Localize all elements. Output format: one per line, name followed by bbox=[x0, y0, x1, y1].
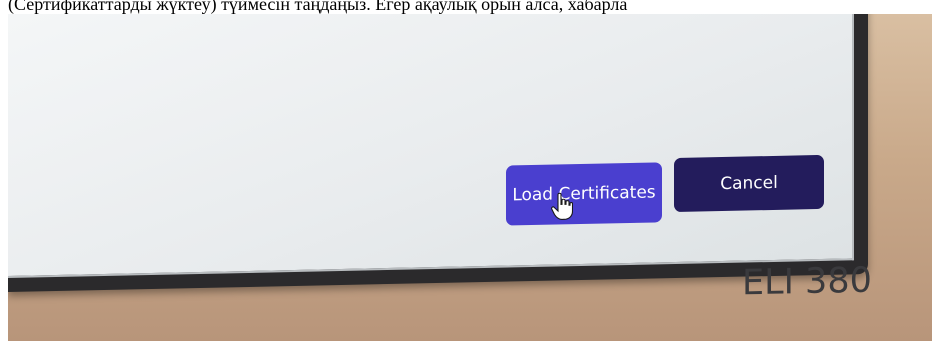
load-certificates-button[interactable]: Load Certificates bbox=[506, 162, 662, 226]
instruction-caption: (Сертификаттарды жүктеу) түймесін таңдаң… bbox=[8, 0, 628, 14]
page: (Сертификаттарды жүктеу) түймесін таңдаң… bbox=[0, 0, 932, 341]
device-model-label: ELI 380 bbox=[742, 260, 872, 304]
cancel-button[interactable]: Cancel bbox=[674, 154, 824, 213]
device-photo: Load Certificates Cancel ELI 380 bbox=[8, 14, 932, 341]
cancel-label: Cancel bbox=[720, 172, 778, 195]
load-certificates-label: Load Certificates bbox=[512, 182, 656, 206]
device-screen: Load Certificates Cancel bbox=[8, 14, 854, 278]
